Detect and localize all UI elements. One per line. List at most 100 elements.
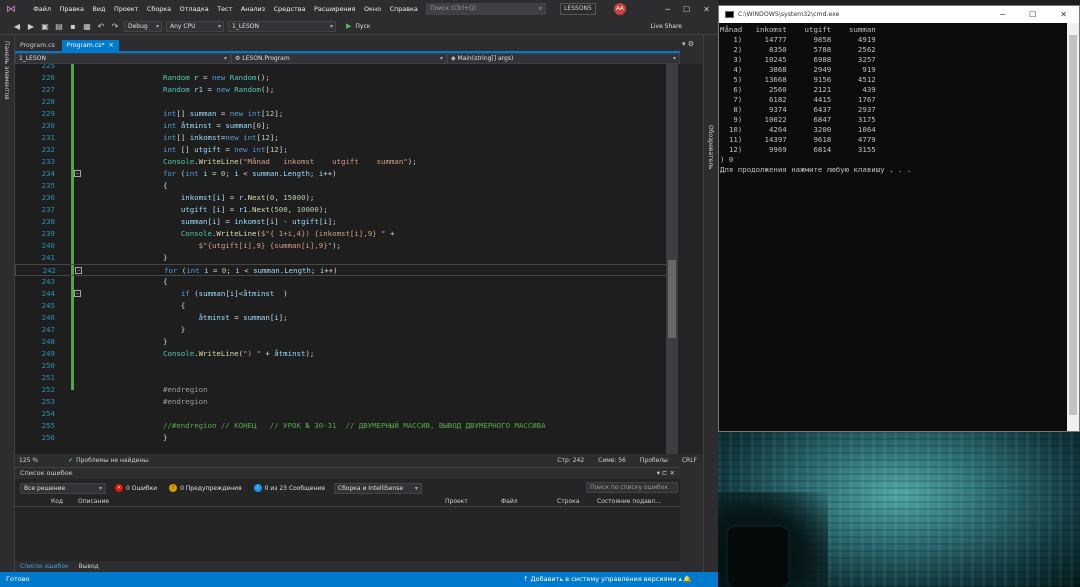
code-line[interactable]: 241} [15,252,678,264]
code-line[interactable]: 237 utgift [i] = r1.Next(500, 10000); [15,204,678,216]
close-icon[interactable]: ✕ [703,5,710,14]
member-dropdown[interactable]: ◈ Main(string[] args) [447,53,680,64]
column-code[interactable]: Код [51,497,63,507]
scope-select[interactable]: Все решение [20,482,106,494]
code-line[interactable]: 240 $"{utgift[i],9} {summan[i],9}"); [15,240,678,252]
navigate-forward-icon[interactable]: ▶ [26,22,36,31]
warnings-filter-button[interactable]: ! 0 Предупреждения [166,483,245,494]
collapse-icon[interactable]: − [75,267,82,274]
code-line[interactable]: 236 inkomst[i] = r.Next(0, 15000); [15,192,678,204]
column-line[interactable]: Строка [557,497,579,507]
collapse-icon[interactable]: − [74,170,81,177]
code-line[interactable]: 248} [15,336,678,348]
menu-item[interactable]: Вид [88,0,110,18]
code-line[interactable]: 229 int[] summan = new int[12]; [15,108,678,120]
live-share-button[interactable]: Live Share [651,23,682,30]
code-line[interactable]: 244 − if (summan[i]<åtminst ) [15,288,678,300]
maximize-icon[interactable]: ☐ [683,5,690,14]
menu-item[interactable]: Файл [29,0,55,18]
build-filter-select[interactable]: Сборка и IntelliSense [333,482,422,494]
menu-item[interactable]: Средства [269,0,309,18]
save-all-icon[interactable]: ▦ [82,22,92,31]
code-line[interactable]: 252 #endregion [15,384,678,396]
project-dropdown[interactable]: 1_LESON [15,53,231,64]
close-icon[interactable]: ✕ [1060,10,1067,19]
code-editor[interactable]: 225 226 Random r = new Random(); 227 Random … [15,64,678,454]
tab-overflow-icon[interactable]: ▾ ⚙ [682,40,694,48]
explorer-label[interactable]: Обозреватель [707,125,714,170]
errors-filter-button[interactable]: ✕ 0 Ошибки [112,483,160,494]
zoom-level[interactable]: 125 % [19,457,38,464]
editor-scrollbar[interactable] [666,64,678,454]
whitespace-mode[interactable]: Пробелы [640,457,668,464]
redo-icon[interactable]: ↷ [110,22,120,31]
close-tab-icon[interactable]: ✕ [109,42,114,49]
code-line[interactable]: 226 Random r = new Random(); [15,72,678,84]
platform-select[interactable]: Any CPU [166,20,224,32]
menu-item[interactable]: Справка [385,0,422,18]
tab-program-cs[interactable]: Program.cs [15,40,60,51]
undo-icon[interactable]: ↶ [96,22,106,31]
menu-item[interactable]: Правка [55,0,88,18]
code-line[interactable]: 238 summan[i] = inkomst[i] - utgift[i]; [15,216,678,228]
code-line[interactable]: 230 int åtminst = summan[0]; [15,120,678,132]
navigate-back-icon[interactable]: ◀ [12,22,22,31]
column-description[interactable]: Описание [78,497,109,507]
notifications-icon[interactable]: 🔔 [683,572,691,587]
code-line[interactable]: 235 { [15,180,678,192]
code-line[interactable]: 247 } [15,324,678,336]
run-button[interactable]: Пуск [355,23,370,30]
menu-item[interactable]: Тест [213,0,237,18]
code-line[interactable]: 249 Console.WriteLine(") " + åtminst); [15,348,678,360]
column-file[interactable]: Файл [501,497,518,507]
code-line[interactable]: 255 //#endregion // КОНЕЦ // УРОК № 30-31… [15,420,678,432]
code-line[interactable]: 233 Console.WriteLine("Månad inkomst utgi… [15,156,678,168]
messages-filter-button[interactable]: i0 из 23 Сообщения [251,483,328,494]
tab-output[interactable]: Вывод [74,561,104,572]
error-search-input[interactable]: Поиск по списку ошибок [586,482,678,493]
panel-controls[interactable]: ▾ ⊏ ✕ [657,468,675,479]
scrollbar-thumb[interactable] [1069,35,1077,415]
class-dropdown[interactable]: ⚙ LESON.Program [231,53,447,64]
open-file-icon[interactable]: ▤ [54,22,64,31]
menu-item[interactable]: Расширения [310,0,360,18]
code-line[interactable]: 227 Random r1 = new Random(); [15,84,678,96]
code-line[interactable]: 228 [15,96,678,108]
code-line[interactable]: 246 åtminst = summan[i]; [15,312,678,324]
column-project[interactable]: Проект [445,497,468,507]
code-line[interactable]: 232 int [] utgift = new int[12]; [15,144,678,156]
new-project-icon[interactable]: ▣ [40,22,50,31]
code-line[interactable]: 231 int[] inkomst=new int[12]; [15,132,678,144]
menu-item[interactable]: Сборка [143,0,176,18]
code-line[interactable]: 251 [15,372,678,384]
menu-item[interactable]: Проект [110,0,143,18]
tab-error-list[interactable]: Список ошибок [15,561,74,572]
toolbox-strip[interactable]: Панель элементов [0,35,15,572]
console-scrollbar[interactable] [1067,23,1079,431]
menu-item[interactable]: Отладка [175,0,213,18]
startup-project-select[interactable]: 1_LESON [228,20,336,32]
minimize-icon[interactable]: ─ [1000,10,1005,19]
configuration-select[interactable]: Debug [124,20,162,32]
code-line[interactable]: 239 Console.WriteLine($"{ 1+i,4}) {inkom… [15,228,678,240]
save-icon[interactable]: ▪ [68,22,78,31]
column-suppression[interactable]: Состояние подавл... [597,497,661,507]
line-ending[interactable]: CRLF [682,457,697,464]
code-line[interactable]: 242− for (int i = 0; i < summan.Length; i… [15,264,678,276]
explorer-strip[interactable]: Обозреватель [703,35,718,572]
menu-item[interactable]: Анализ [237,0,270,18]
maximize-icon[interactable]: ☐ [1029,10,1036,19]
tab-program-cs-modified[interactable]: Program.cs* ✕ [61,40,119,51]
code-line[interactable]: 254 [15,408,678,420]
minimize-icon[interactable]: ─ [665,5,670,14]
avatar[interactable]: AA [613,3,626,15]
scrollbar-thumb[interactable] [668,260,676,338]
code-line[interactable]: 245 { [15,300,678,312]
code-line[interactable]: 243 { [15,276,678,288]
code-line[interactable]: 234 − for (int i = 0; i < summan.Length; i… [15,168,678,180]
code-line[interactable]: 225 [15,64,678,72]
code-line[interactable]: 250 [15,360,678,372]
run-icon[interactable]: ▶ [346,22,351,30]
collapse-icon[interactable]: − [74,290,81,297]
problems-status[interactable]: Проблемы не найдены. [76,457,150,464]
